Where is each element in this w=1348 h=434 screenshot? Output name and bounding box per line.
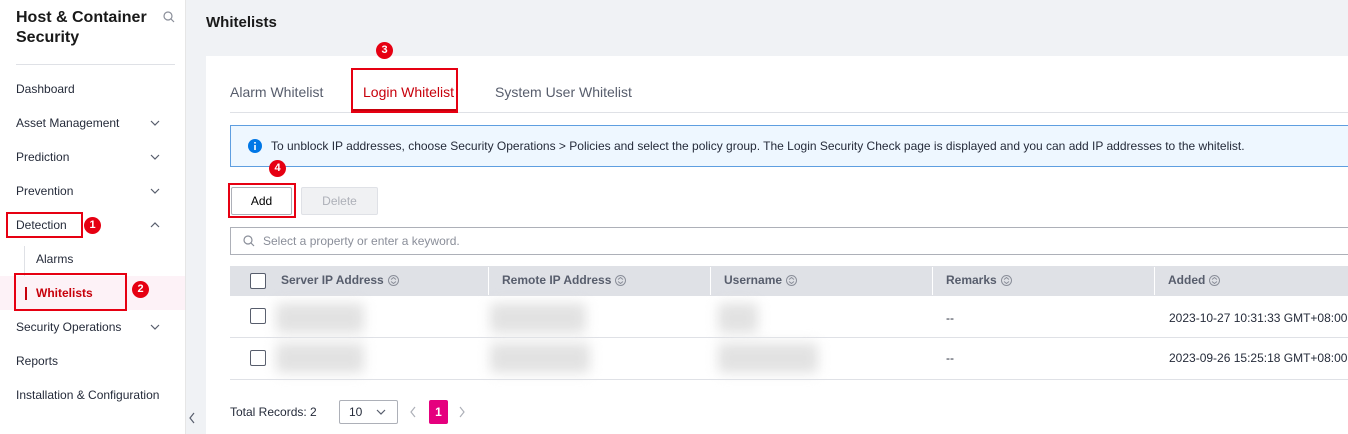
search-icon[interactable] bbox=[163, 11, 175, 23]
app-title: Host & Container Security bbox=[16, 9, 147, 46]
sort-icon[interactable] bbox=[786, 275, 798, 287]
sidebar-item-installation-configuration[interactable]: Installation & Configuration bbox=[0, 378, 185, 412]
sidebar-item-label: Detection bbox=[16, 218, 67, 232]
sort-icon[interactable] bbox=[1000, 275, 1012, 287]
redacted-username bbox=[718, 303, 758, 333]
page-number-current[interactable]: 1 bbox=[429, 400, 448, 424]
cell-remarks: -- bbox=[946, 311, 954, 325]
info-icon bbox=[248, 139, 262, 153]
info-banner-text: To unblock IP addresses, choose Security… bbox=[271, 139, 1245, 153]
tabs-divider bbox=[230, 112, 1348, 113]
select-all-checkbox[interactable] bbox=[250, 273, 266, 289]
sidebar-collapse-handle[interactable] bbox=[186, 380, 200, 434]
tab-alarm-whitelist[interactable]: Alarm Whitelist bbox=[230, 84, 323, 100]
step-callout: 1 bbox=[84, 217, 101, 234]
redacted-server-ip bbox=[276, 343, 364, 373]
row-divider bbox=[230, 337, 1348, 338]
chevron-up-icon bbox=[150, 222, 160, 228]
redacted-remote-ip bbox=[490, 303, 586, 333]
tab-system-user-whitelist[interactable]: System User Whitelist bbox=[495, 84, 632, 100]
redacted-remote-ip bbox=[490, 343, 590, 373]
column-divider bbox=[488, 267, 489, 295]
page-size-value: 10 bbox=[349, 405, 363, 419]
total-records: Total Records: 2 bbox=[230, 405, 317, 419]
sort-icon[interactable] bbox=[615, 275, 627, 287]
search-icon bbox=[243, 235, 255, 247]
chevron-down-icon bbox=[150, 154, 160, 160]
chevron-down-icon bbox=[376, 409, 386, 415]
add-button[interactable]: Add bbox=[231, 187, 292, 215]
sort-icon[interactable] bbox=[387, 275, 399, 287]
sidebar-item-prediction[interactable]: Prediction bbox=[0, 140, 185, 174]
search-placeholder: Select a property or enter a keyword. bbox=[263, 234, 460, 248]
chevron-down-icon bbox=[150, 188, 160, 194]
sidebar-item-label: Reports bbox=[16, 354, 59, 368]
cell-remarks: -- bbox=[946, 351, 954, 365]
sidebar-item-label: Prediction bbox=[16, 150, 70, 164]
cell-added: 2023-10-27 10:31:33 GMT+08:00 bbox=[1169, 311, 1348, 325]
sidebar-item-label: Asset Management bbox=[16, 116, 120, 130]
chevron-down-icon bbox=[150, 324, 160, 330]
column-divider bbox=[710, 267, 711, 295]
column-header-server-ip[interactable]: Server IP Address bbox=[281, 273, 399, 287]
row-divider bbox=[230, 379, 1348, 380]
sidebar-item-reports[interactable]: Reports bbox=[0, 344, 185, 378]
tab-login-whitelist[interactable]: Login Whitelist bbox=[363, 84, 454, 100]
row-checkbox[interactable] bbox=[250, 308, 266, 324]
column-header-remarks[interactable]: Remarks bbox=[946, 273, 1012, 287]
sort-icon[interactable] bbox=[1209, 275, 1221, 287]
column-divider bbox=[1154, 267, 1155, 295]
page-size-select[interactable] bbox=[339, 400, 398, 424]
chevron-down-icon bbox=[150, 120, 160, 126]
column-divider bbox=[932, 267, 933, 295]
page-title: Whitelists bbox=[206, 14, 277, 31]
step-callout: 4 bbox=[269, 160, 286, 177]
sidebar-item-prevention[interactable]: Prevention bbox=[0, 174, 185, 208]
sidebar-item-label: Installation & Configuration bbox=[16, 388, 160, 402]
sidebar-item-whitelists[interactable]: Whitelists bbox=[0, 276, 185, 310]
column-header-added[interactable]: Added bbox=[1168, 273, 1221, 287]
sidebar-item-label: Whitelists bbox=[36, 286, 93, 300]
sidebar-item-label: Dashboard bbox=[16, 82, 75, 96]
column-header-username[interactable]: Username bbox=[724, 273, 798, 287]
sidebar-item-dashboard[interactable]: Dashboard bbox=[0, 72, 185, 106]
sidebar-divider bbox=[16, 64, 175, 65]
sidebar-item-label: Security Operations bbox=[16, 320, 122, 334]
sidebar-item-alarms[interactable]: Alarms bbox=[0, 242, 185, 276]
redacted-server-ip bbox=[276, 303, 364, 333]
sidebar-item-label: Alarms bbox=[36, 252, 74, 266]
active-tab-indicator bbox=[352, 109, 456, 111]
delete-button[interactable]: Delete bbox=[301, 187, 378, 215]
column-header-remote-ip[interactable]: Remote IP Address bbox=[502, 273, 627, 287]
sidebar-item-security-operations[interactable]: Security Operations bbox=[0, 310, 185, 344]
step-callout: 3 bbox=[376, 42, 393, 59]
chevron-right-icon[interactable] bbox=[458, 406, 466, 418]
chevron-left-icon[interactable] bbox=[188, 412, 196, 424]
step-callout: 2 bbox=[132, 281, 149, 298]
row-checkbox[interactable] bbox=[250, 350, 266, 366]
cell-added: 2023-09-26 15:25:18 GMT+08:00 bbox=[1169, 351, 1348, 365]
sidebar-item-asset-management[interactable]: Asset Management bbox=[0, 106, 185, 140]
redacted-username bbox=[718, 343, 818, 373]
chevron-left-icon[interactable] bbox=[409, 406, 417, 418]
sidebar-item-label: Prevention bbox=[16, 184, 74, 198]
